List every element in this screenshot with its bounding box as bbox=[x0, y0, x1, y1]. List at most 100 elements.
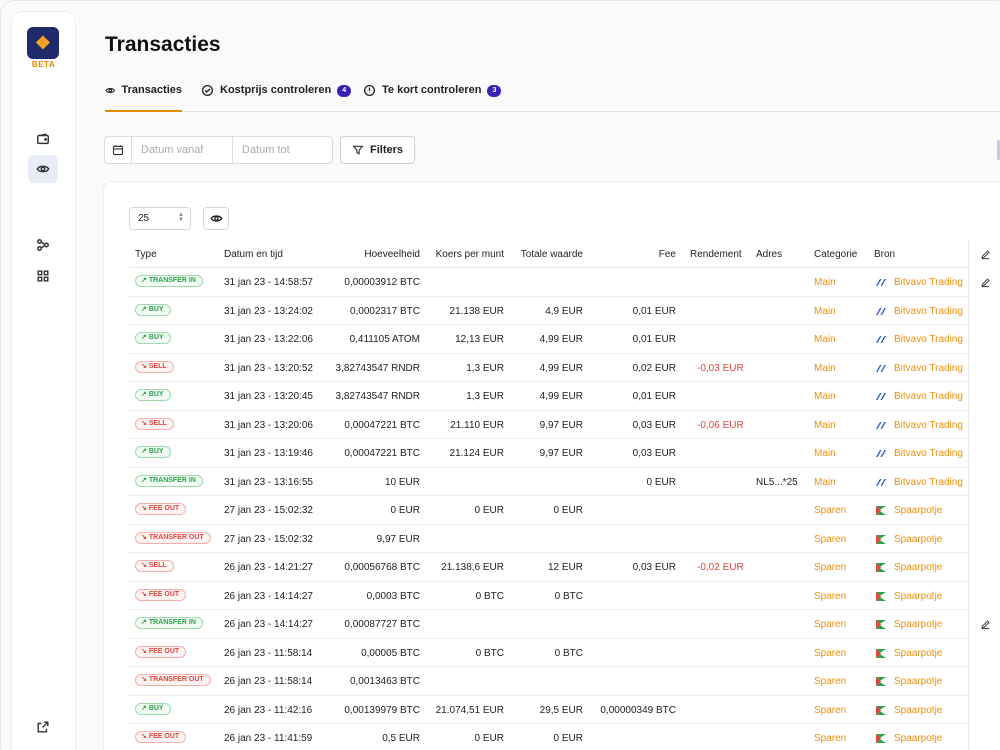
col-fee[interactable]: Fee bbox=[659, 249, 676, 260]
col-type[interactable]: Type bbox=[135, 249, 157, 260]
col-date[interactable]: Datum en tijd bbox=[224, 249, 283, 260]
table-row[interactable]: ↗ TRANSFER IN 26 jan 23 - 14:14:27 0,00087… bbox=[129, 610, 1000, 639]
page-size-select[interactable]: 25 ▲ ▼ bbox=[129, 207, 191, 230]
source-link[interactable]: Spaarpotje bbox=[894, 676, 942, 687]
source-link[interactable]: Bitvavo Trading bbox=[894, 277, 963, 288]
col-address[interactable]: Adres bbox=[756, 249, 782, 260]
category-link[interactable]: Sparen bbox=[814, 705, 846, 716]
col-category[interactable]: Categorie bbox=[814, 249, 857, 260]
category-link[interactable]: Main bbox=[814, 391, 836, 402]
bitvavo-icon bbox=[876, 364, 886, 372]
col-quantity[interactable]: Hoeveelheid bbox=[364, 249, 420, 260]
spaarpotje-icon bbox=[876, 534, 886, 544]
table-row[interactable]: ↘ SELL 31 jan 23 - 13:20:06 0,00047221 BTC… bbox=[129, 411, 1000, 439]
category-link[interactable]: Main bbox=[814, 363, 836, 374]
table-row[interactable]: ↘ SELL 26 jan 23 - 14:21:27 0,00056768 BTC… bbox=[129, 553, 1000, 582]
bitvavo-icon bbox=[876, 450, 886, 457]
fee-cell: 0,02 EUR bbox=[632, 362, 676, 374]
filters-label: Filters bbox=[369, 144, 403, 156]
rate-cell: 1,3 EUR bbox=[466, 391, 504, 402]
table-row[interactable]: ↗ TRANSFER IN 31 jan 23 - 14:58:57 0,00003… bbox=[129, 268, 1000, 297]
tab-kostprijs-controleren[interactable]: Kostprijs controleren 4 bbox=[201, 84, 352, 112]
table-row[interactable]: ↘ FEE OUT 26 jan 23 - 11:58:14 0,00005 BTC… bbox=[129, 639, 1000, 667]
sidebar-item-external[interactable] bbox=[28, 713, 58, 741]
sidebar-item-connections[interactable] bbox=[28, 231, 58, 259]
table-row[interactable]: ↗ TRANSFER IN 31 jan 23 - 13:16:55 10 EUR 0… bbox=[129, 468, 1000, 496]
filters-button[interactable]: Filters bbox=[340, 136, 415, 164]
sidebar-item-wallet[interactable] bbox=[28, 125, 58, 153]
source-link[interactable]: Bitvavo Trading bbox=[894, 363, 963, 374]
wallet-icon bbox=[37, 133, 49, 145]
transactions-eye-icon bbox=[36, 165, 50, 173]
source-link[interactable]: Spaarpotje bbox=[894, 534, 942, 545]
table-row[interactable]: ↗ BUY 31 jan 23 - 13:22:06 0,411105 ATOM 12… bbox=[129, 325, 1000, 354]
address-cell: NL5...*25 bbox=[756, 476, 798, 488]
source-link[interactable]: Spaarpotje bbox=[894, 505, 942, 516]
edit-columns-icon[interactable] bbox=[969, 240, 1000, 269]
calendar-icon[interactable] bbox=[105, 137, 132, 163]
table-row[interactable]: ↗ BUY 31 jan 23 - 13:19:46 0,00047221 BTC 2… bbox=[129, 439, 1000, 468]
col-return[interactable]: Rendement bbox=[690, 249, 742, 260]
source-link[interactable]: Bitvavo Trading bbox=[894, 334, 963, 345]
date-to-input[interactable] bbox=[233, 137, 333, 163]
category-link[interactable]: Sparen bbox=[814, 676, 846, 687]
category-link[interactable]: Main bbox=[814, 448, 836, 459]
row-action-cell bbox=[969, 297, 1000, 326]
table-row[interactable]: ↘ FEE OUT 26 jan 23 - 14:14:27 0,0003 BTC 0… bbox=[129, 582, 1000, 610]
date-from-input[interactable] bbox=[132, 137, 232, 163]
category-link[interactable]: Main bbox=[814, 334, 836, 345]
source-link[interactable]: Spaarpotje bbox=[894, 591, 942, 602]
source-link[interactable]: Bitvavo Trading bbox=[894, 420, 963, 431]
table-row[interactable]: ↗ BUY 31 jan 23 - 13:24:02 0,0002317 BTC 21… bbox=[129, 297, 1000, 325]
type-arrow-icon: ↗ bbox=[141, 704, 149, 712]
table-row[interactable]: ↘ TRANSFER OUT 27 jan 23 - 15:02:32 9,97 E… bbox=[129, 525, 1000, 553]
source-link[interactable]: Bitvavo Trading bbox=[894, 306, 963, 317]
table-row[interactable]: ↘ SELL 31 jan 23 - 13:20:52 3,82743547 RND… bbox=[129, 354, 1000, 382]
fee-cell: 0,01 EUR bbox=[632, 305, 676, 317]
source-link[interactable]: Spaarpotje bbox=[894, 733, 942, 744]
table-row[interactable]: ↗ BUY 26 jan 23 - 11:42:16 0,00139979 BTC 2… bbox=[129, 696, 1000, 724]
source-link[interactable]: Spaarpotje bbox=[894, 648, 942, 659]
col-source[interactable]: Bron bbox=[874, 249, 895, 260]
table-row[interactable]: ↘ FEE OUT 26 jan 23 - 11:41:59 0,5 EUR 0 EU… bbox=[129, 724, 1000, 750]
category-link[interactable]: Sparen bbox=[814, 619, 846, 630]
total-cell: 12 EUR bbox=[547, 562, 583, 573]
edit-row-icon[interactable] bbox=[969, 610, 1000, 639]
category-link[interactable]: Sparen bbox=[814, 534, 846, 545]
column-visibility-button[interactable] bbox=[203, 207, 229, 230]
type-badge: ↗ BUY bbox=[135, 702, 171, 715]
category-link[interactable]: Main bbox=[814, 277, 836, 288]
category-link[interactable]: Sparen bbox=[814, 733, 846, 744]
total-cell: 4,99 EUR bbox=[539, 362, 583, 374]
tab-transacties[interactable]: Transacties bbox=[105, 84, 182, 112]
col-rate[interactable]: Koers per munt bbox=[436, 249, 504, 260]
table-row[interactable]: ↘ FEE OUT 27 jan 23 - 15:02:32 0 EUR 0 EUR 0… bbox=[129, 496, 1000, 525]
category-link[interactable]: Sparen bbox=[814, 648, 846, 659]
rate-cell: 21.074,51 EUR bbox=[435, 704, 504, 716]
category-link[interactable]: Main bbox=[814, 420, 836, 431]
source-link[interactable]: Bitvavo Trading bbox=[894, 391, 963, 402]
nodes-icon bbox=[37, 239, 49, 251]
source-link[interactable]: Spaarpotje bbox=[894, 619, 942, 630]
source-link[interactable]: Bitvavo Trading bbox=[894, 448, 963, 459]
date-cell: 31 jan 23 - 14:58:57 bbox=[224, 277, 313, 288]
table-row[interactable]: ↘ TRANSFER OUT 26 jan 23 - 11:58:14 0,0013… bbox=[129, 667, 1000, 696]
spaarpotje-icon bbox=[876, 506, 886, 515]
source-link[interactable]: Bitvavo Trading bbox=[894, 477, 963, 488]
category-link[interactable]: Main bbox=[814, 477, 836, 488]
category-link[interactable]: Sparen bbox=[814, 562, 846, 573]
sidebar-item-transactions[interactable] bbox=[28, 155, 58, 183]
source-link[interactable]: Spaarpotje bbox=[894, 562, 942, 573]
category-link[interactable]: Sparen bbox=[814, 591, 846, 602]
category-link[interactable]: Main bbox=[814, 306, 836, 317]
table-row[interactable]: ↗ BUY 31 jan 23 - 13:20:45 3,82743547 RNDR… bbox=[129, 382, 1000, 411]
category-link[interactable]: Sparen bbox=[814, 505, 846, 516]
source-link[interactable]: Spaarpotje bbox=[894, 705, 942, 716]
row-action-cell bbox=[969, 553, 1000, 582]
date-cell: 31 jan 23 - 13:22:06 bbox=[224, 334, 313, 345]
col-total[interactable]: Totale waarde bbox=[521, 249, 583, 260]
sidebar-item-dashboard[interactable] bbox=[28, 262, 58, 290]
edit-row-icon[interactable] bbox=[969, 268, 1000, 297]
tab-te-kort-controleren[interactable]: Te kort controleren 3 bbox=[363, 84, 502, 112]
lion-logo-icon[interactable]: ❖ bbox=[27, 27, 59, 59]
